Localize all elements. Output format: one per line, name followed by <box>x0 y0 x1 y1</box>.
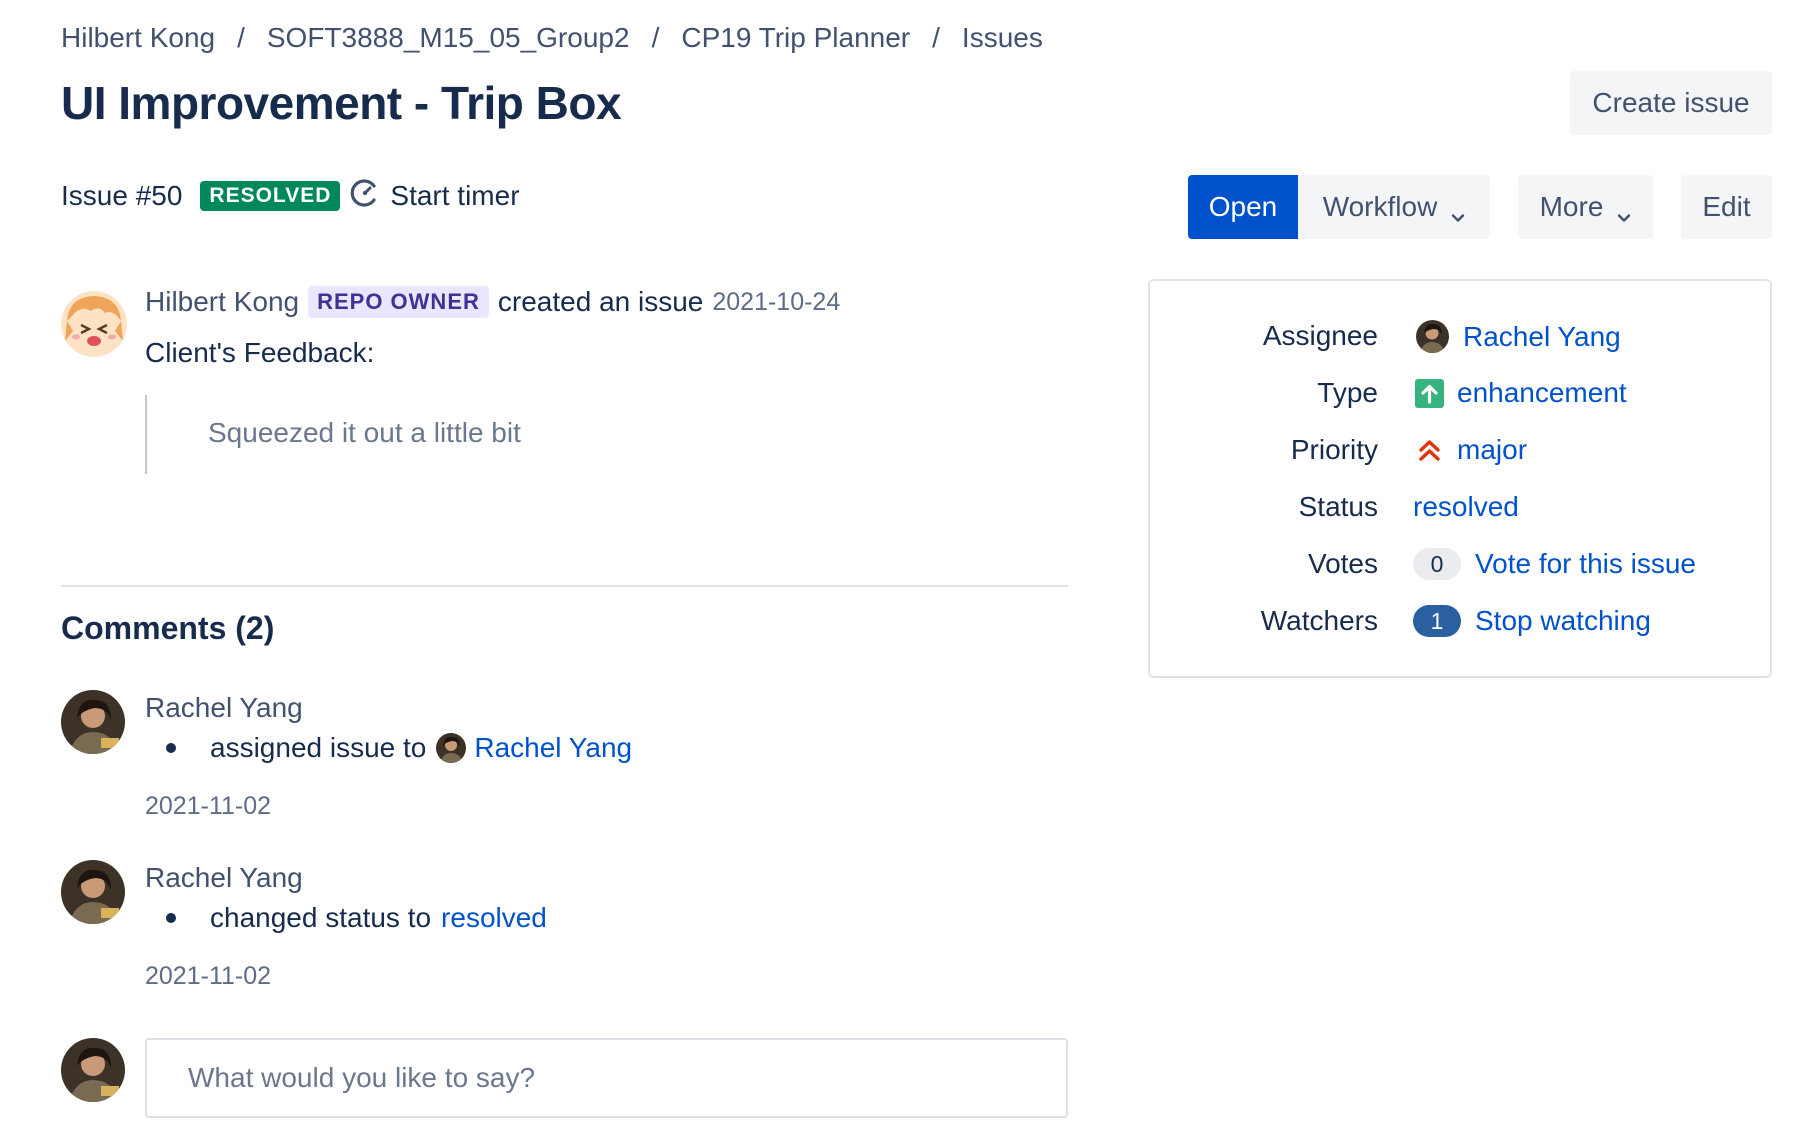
comment-activity: changed status to resolved <box>166 902 547 934</box>
priority-link[interactable]: major <box>1457 434 1527 466</box>
priority-label: Priority <box>1290 434 1378 465</box>
watchers-label: Watchers <box>1260 605 1378 636</box>
more-label: More <box>1539 191 1604 222</box>
assignee-value[interactable]: Rachel Yang <box>1416 320 1621 353</box>
votes-label: Votes <box>1307 548 1378 579</box>
status-lozenge: RESOLVED <box>200 180 341 211</box>
votes-count: 0 <box>1413 548 1461 580</box>
avatar <box>436 733 467 763</box>
comment-date: 2021-11-02 <box>145 962 272 990</box>
description-action: created an issue <box>497 286 704 317</box>
avatar <box>61 1038 125 1102</box>
avatar[interactable] <box>61 291 127 357</box>
chevron-down-icon <box>1451 200 1465 222</box>
repo-owner-badge: REPO OWNER <box>308 286 489 318</box>
stop-watching-button[interactable]: Stop watching <box>1475 605 1651 637</box>
more-dropdown[interactable]: More <box>1518 175 1653 239</box>
breadcrumb-item-workspace[interactable]: SOFT3888_M15_05_Group2 <box>267 22 630 54</box>
divider <box>61 585 1068 587</box>
breadcrumb-separator: / <box>237 22 245 53</box>
issue-meta: Issue #50 RESOLVED Start timer <box>61 178 520 213</box>
edit-button[interactable]: Edit <box>1681 175 1772 239</box>
chevron-down-icon <box>1617 200 1631 222</box>
open-button[interactable]: Open <box>1188 175 1298 239</box>
bullet <box>166 913 176 923</box>
description-header: Hilbert Kong REPO OWNER created an issue… <box>145 286 840 318</box>
issue-number: Issue #50 <box>61 179 183 211</box>
comment-author[interactable]: Rachel Yang <box>145 862 303 894</box>
issue-details-panel: Assignee Rachel Yang Type enhancement Pr… <box>1148 279 1772 678</box>
major-double-chevron-up-icon <box>1415 436 1444 465</box>
comment-activity-text: changed status to <box>210 902 432 933</box>
breadcrumb-item-issues[interactable]: Issues <box>962 22 1043 54</box>
breadcrumb: Hilbert Kong / SOFT3888_M15_05_Group2 / … <box>61 22 1043 54</box>
workflow-dropdown[interactable]: Workflow <box>1298 175 1490 239</box>
comment-input[interactable] <box>145 1038 1068 1118</box>
enhancement-arrow-up-icon <box>1415 378 1444 408</box>
comment-activity-text: assigned issue to <box>210 732 427 763</box>
description-quote: Squeezed it out a little bit <box>145 395 521 474</box>
description-author[interactable]: Hilbert Kong <box>145 286 299 318</box>
create-issue-button[interactable]: Create issue <box>1570 71 1772 135</box>
timer-icon <box>350 178 380 213</box>
description-date: 2021-10-24 <box>712 287 841 316</box>
status-link[interactable]: resolved <box>441 902 547 934</box>
avatar[interactable] <box>61 690 125 754</box>
status-value[interactable]: resolved <box>1413 491 1519 523</box>
avatar <box>1416 320 1449 353</box>
comment-activity: assigned issue to Rachel Yang <box>166 732 632 764</box>
workflow-label: Workflow <box>1322 191 1438 222</box>
type-label: Type <box>1317 377 1378 408</box>
comment-date: 2021-11-02 <box>145 792 272 820</box>
description-text: Client's Feedback: <box>145 337 375 368</box>
comments-title: Comments (2) <box>61 610 275 646</box>
page-title: UI Improvement - Trip Box <box>61 77 622 129</box>
type-value[interactable]: enhancement <box>1415 377 1627 409</box>
assignee-link[interactable]: Rachel Yang <box>1463 321 1621 353</box>
start-timer-button[interactable]: Start timer <box>350 178 520 213</box>
bullet <box>166 743 176 753</box>
votes-value: 0 Vote for this issue <box>1413 548 1696 580</box>
comment-author[interactable]: Rachel Yang <box>145 692 303 724</box>
status-link[interactable]: resolved <box>1413 491 1519 523</box>
start-timer-label: Start timer <box>390 179 520 211</box>
avatar[interactable] <box>61 860 125 924</box>
breadcrumb-item-user[interactable]: Hilbert Kong <box>61 22 215 54</box>
watchers-value: 1 Stop watching <box>1413 605 1651 637</box>
type-link[interactable]: enhancement <box>1457 377 1627 409</box>
breadcrumb-separator: / <box>651 22 660 53</box>
vote-button[interactable]: Vote for this issue <box>1475 548 1696 580</box>
breadcrumb-separator: / <box>932 22 940 53</box>
breadcrumb-item-repository[interactable]: CP19 Trip Planner <box>681 22 910 54</box>
status-label: Status <box>1298 491 1378 522</box>
assignee-link[interactable]: Rachel Yang <box>474 732 632 764</box>
assignee-label: Assignee <box>1262 320 1378 351</box>
watchers-count: 1 <box>1413 605 1461 637</box>
priority-value[interactable]: major <box>1415 434 1527 466</box>
